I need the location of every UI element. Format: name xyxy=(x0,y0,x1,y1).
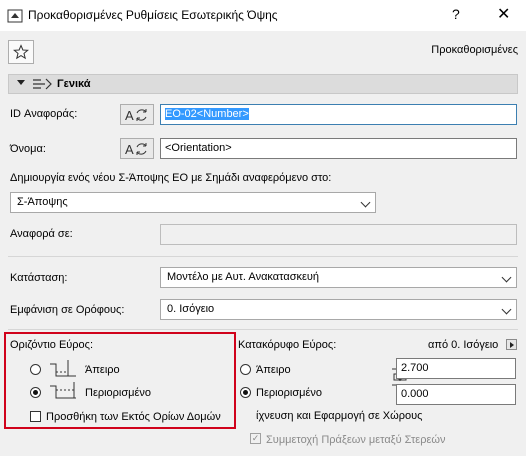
app-icon xyxy=(7,9,23,23)
vertical-infinite-label[interactable]: Άπειρο xyxy=(256,364,291,376)
ref-to-field xyxy=(160,224,517,245)
vertical-bottom-field[interactable]: 0.000 xyxy=(396,384,516,405)
horizontal-range-label: Οριζόντιο Εύρος: xyxy=(10,339,94,351)
auto-text-button[interactable]: A xyxy=(120,104,154,125)
separator xyxy=(8,329,518,330)
section-collapse-arrow-icon[interactable] xyxy=(17,80,25,85)
section-title: Γενικά xyxy=(57,78,91,90)
horizontal-infinite-label[interactable]: Άπειρο xyxy=(85,364,120,376)
name-field[interactable]: <Orientation> xyxy=(160,138,517,159)
vertical-limited-radio[interactable] xyxy=(240,387,251,398)
close-icon[interactable]: ✕ xyxy=(497,4,510,24)
vertical-range-label: Κατακόρυφο Εύρος: xyxy=(238,339,337,351)
horizontal-limited-radio[interactable] xyxy=(30,387,41,398)
create-reference-dropdown[interactable]: Σ-Άποψης xyxy=(10,192,376,213)
separator xyxy=(8,256,518,257)
vertical-limited-label[interactable]: Περιορισμένο xyxy=(256,387,322,399)
chevron-down-icon xyxy=(501,272,512,283)
show-on-floors-label: Εμφάνιση σε Ορόφους: xyxy=(10,304,125,316)
chevron-down-icon xyxy=(501,304,512,315)
favorites-label: Προκαθορισμένες xyxy=(431,44,518,56)
arrow-right-icon[interactable] xyxy=(506,339,517,350)
status-label: Κατάσταση: xyxy=(10,272,68,284)
checkmark-icon: ✓ xyxy=(251,433,260,443)
svg-text:A: A xyxy=(125,142,134,157)
show-on-floors-dropdown[interactable]: 0. Ισόγειο xyxy=(160,299,517,320)
ref-to-label: Αναφορά σε: xyxy=(10,228,73,240)
horizontal-range-infinite-icon xyxy=(50,360,76,377)
vertical-infinite-radio[interactable] xyxy=(240,364,251,375)
vertical-from-label: από 0. Ισόγειο xyxy=(428,339,499,351)
horizontal-infinite-radio[interactable] xyxy=(30,364,41,375)
window-title: Προκαθορισμένες Ρυθμίσεις Εσωτερικής Όψη… xyxy=(28,8,278,22)
title-bar: Προκαθορισμένες Ρυθμίσεις Εσωτερικής Όψη… xyxy=(0,0,526,31)
ref-id-label: ID Αναφοράς: xyxy=(10,108,78,120)
fill-apply-label: ίχνευση και Εφαρμογή σε Χώρους xyxy=(256,410,423,422)
participation-checkbox[interactable]: ✓ xyxy=(250,433,261,444)
radio-selected-dot xyxy=(243,390,248,395)
ref-id-field[interactable]: EO-02<Number> xyxy=(160,104,517,125)
star-icon xyxy=(13,44,29,60)
auto-text-button-name[interactable]: A xyxy=(120,138,154,159)
add-outside-label[interactable]: Προσθήκη των Εκτός Ορίων Δομών xyxy=(46,411,221,423)
status-dropdown[interactable]: Μοντέλο με Αυτ. Ανακατασκευή xyxy=(160,267,517,288)
chevron-down-icon xyxy=(360,197,371,208)
name-label: Όνομα: xyxy=(10,143,46,155)
add-outside-checkbox[interactable] xyxy=(30,411,41,422)
vertical-top-field[interactable]: 2.700 xyxy=(396,358,516,379)
horizontal-range-limited-icon xyxy=(50,382,76,399)
favorites-button[interactable] xyxy=(8,40,34,64)
auto-text-icon: A xyxy=(125,142,147,157)
section-header-general[interactable]: Γενικά xyxy=(8,74,518,94)
section-general-icon xyxy=(33,78,52,90)
radio-selected-dot xyxy=(33,390,38,395)
horizontal-limited-label[interactable]: Περιορισμένο xyxy=(85,387,151,399)
auto-text-icon: A xyxy=(125,108,147,123)
svg-text:A: A xyxy=(125,108,134,123)
participation-label: Συμμετοχή Πράξεων μεταξύ Στερεών xyxy=(266,434,446,446)
create-reference-label: Δημιουργία ενός νέου Σ-Άποψης ΕΟ με Σημά… xyxy=(10,172,332,184)
help-icon[interactable]: ? xyxy=(452,6,460,22)
